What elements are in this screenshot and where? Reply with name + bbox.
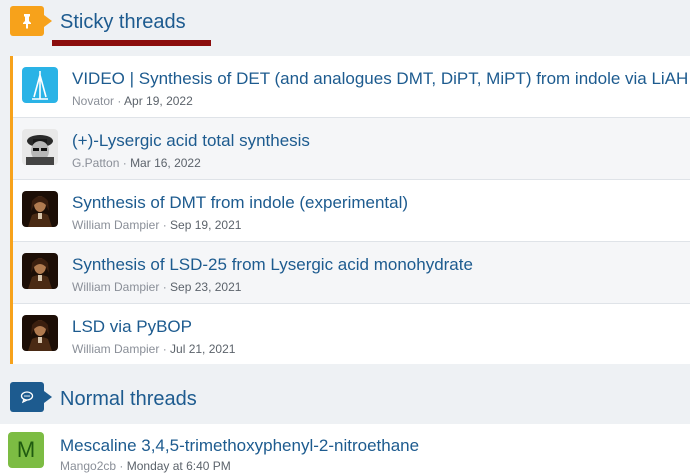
thread-meta: Mango2cb · Monday at 6:40 PM (60, 459, 231, 473)
dampier-avatar[interactable] (22, 191, 58, 227)
thread-meta: William Dampier · Jul 21, 2021 (72, 342, 235, 356)
thread-row[interactable]: LSD via PyBOP William Dampier · Jul 21, … (13, 304, 690, 364)
novator-avatar[interactable] (22, 67, 58, 103)
thread-date[interactable]: Sep 23, 2021 (170, 280, 241, 294)
author-link[interactable]: Mango2cb (60, 459, 116, 473)
thread-row[interactable]: Synthesis of LSD-25 from Lysergic acid m… (13, 242, 690, 304)
thread-meta: Novator · Apr 19, 2022 (72, 94, 193, 108)
thread-title-link[interactable]: (+)-Lysergic acid total synthesis (72, 131, 690, 151)
thread-title-link[interactable]: Mescaline 3,4,5-trimethoxyphenyl-2-nitro… (60, 436, 419, 456)
section-title: Normal threads (60, 388, 197, 410)
thread-title-link[interactable]: Synthesis of LSD-25 from Lysergic acid m… (72, 255, 690, 275)
sticky-threads-header: Sticky threads (0, 0, 690, 46)
thread-date[interactable]: Apr 19, 2022 (124, 94, 193, 108)
dampier-avatar[interactable] (22, 253, 58, 289)
normal-thread-list: M Mescaline 3,4,5-trimethoxyphenyl-2-nit… (0, 424, 690, 474)
thread-row[interactable]: Synthesis of DMT from indole (experiment… (13, 180, 690, 242)
thread-title-link[interactable]: VIDEO | Synthesis of DET (and analogues … (72, 69, 690, 89)
chat-bubble-icon (10, 382, 52, 412)
thread-meta: William Dampier · Sep 19, 2021 (72, 218, 241, 232)
thread-date[interactable]: Sep 19, 2021 (170, 218, 241, 232)
author-link[interactable]: G.Patton (72, 156, 119, 170)
normal-threads-header: Normal threads (0, 374, 690, 422)
separator: · (122, 156, 127, 170)
dampier-avatar[interactable] (22, 315, 58, 351)
author-link[interactable]: Novator (72, 94, 114, 108)
mango2cb-avatar[interactable]: M (8, 432, 44, 468)
author-link[interactable]: William Dampier (72, 280, 159, 294)
thread-title-link[interactable]: Synthesis of DMT from indole (experiment… (72, 193, 690, 213)
thread-meta: William Dampier · Sep 23, 2021 (72, 280, 241, 294)
thread-meta: G.Patton · Mar 16, 2022 (72, 156, 201, 170)
author-link[interactable]: William Dampier (72, 218, 159, 232)
thread-row[interactable]: VIDEO | Synthesis of DET (and analogues … (13, 56, 690, 118)
sticky-thread-list: VIDEO | Synthesis of DET (and analogues … (10, 56, 690, 364)
gpatton-avatar[interactable] (22, 129, 58, 165)
active-tab-underline (52, 40, 211, 46)
section-title: Sticky threads (60, 11, 186, 33)
pin-icon (10, 6, 52, 36)
separator: · (119, 459, 124, 473)
thread-date[interactable]: Mar 16, 2022 (130, 156, 201, 170)
separator: · (162, 218, 167, 232)
thread-row[interactable]: (+)-Lysergic acid total synthesis G.Patt… (13, 118, 690, 180)
separator: · (162, 342, 167, 356)
separator: · (162, 280, 167, 294)
thread-date[interactable]: Monday at 6:40 PM (127, 459, 231, 473)
thread-title-link[interactable]: LSD via PyBOP (72, 317, 690, 337)
separator: · (117, 94, 122, 108)
author-link[interactable]: William Dampier (72, 342, 159, 356)
thread-date[interactable]: Jul 21, 2021 (170, 342, 235, 356)
